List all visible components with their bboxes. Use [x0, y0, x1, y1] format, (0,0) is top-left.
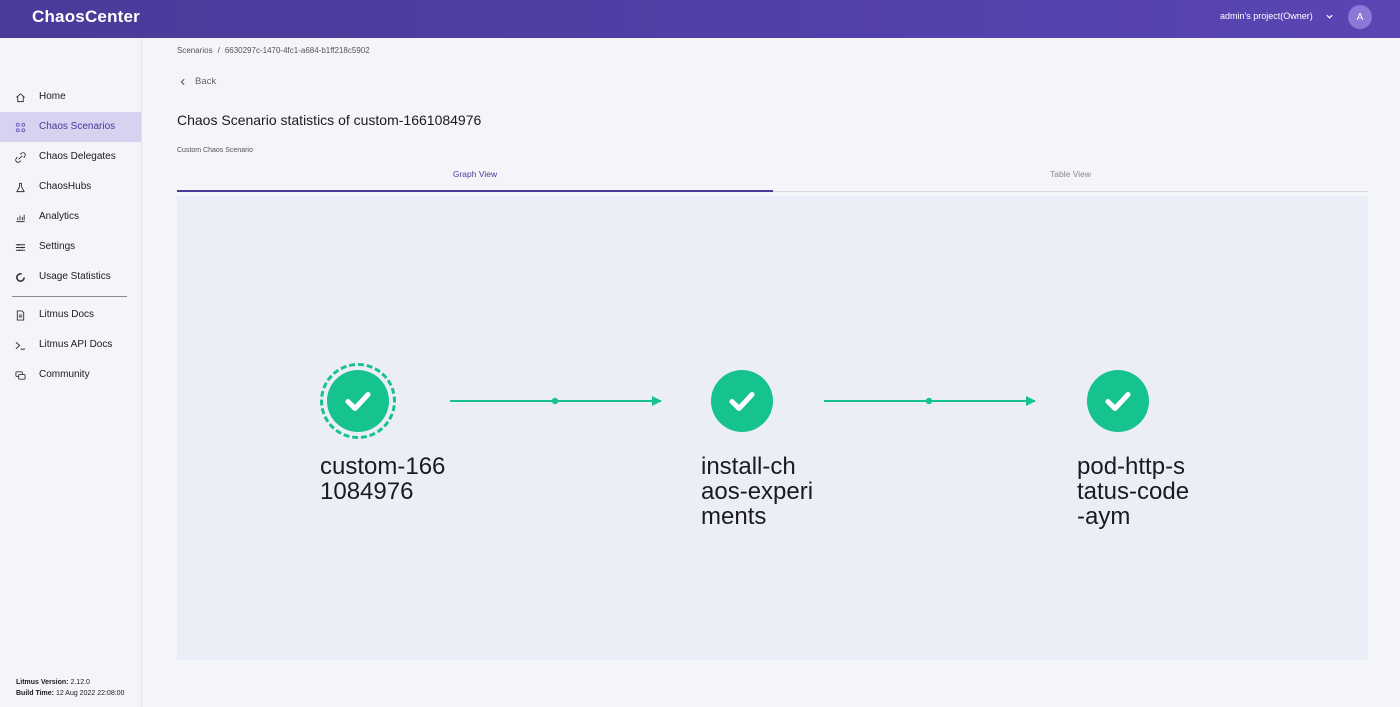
version-info: Litmus Version: 2.12.0 Build Time: 12 Au…: [16, 677, 124, 699]
sidebar-item-label: Chaos Scenarios: [39, 121, 116, 132]
sidebar-item-analytics[interactable]: Analytics: [0, 202, 141, 232]
scenarios-icon: [15, 122, 26, 133]
chevron-down-icon: [1326, 14, 1333, 19]
build-time-value: 12 Aug 2022 22:08:00: [55, 690, 125, 697]
sidebar-item-label: Analytics: [39, 211, 80, 222]
sidebar-item-litmus-docs[interactable]: Litmus Docs: [0, 300, 141, 330]
usage-icon: [15, 272, 26, 283]
flask-icon: [15, 182, 26, 193]
version-label: Litmus Version:: [16, 679, 69, 686]
chevron-left-icon: [180, 78, 185, 85]
page-subtitle: Custom Chaos Scenario: [177, 147, 253, 154]
edge-midpoint: [925, 397, 933, 405]
page-title: Chaos Scenario statistics of custom-1661…: [177, 112, 482, 128]
sidebar-item-usage-statistics[interactable]: Usage Statistics: [0, 262, 141, 292]
view-tabs: Graph View Table View: [177, 160, 1368, 192]
project-label: admin's project(Owner): [1220, 11, 1313, 21]
tab-graph-view[interactable]: Graph View: [177, 160, 773, 192]
community-icon: [15, 370, 26, 381]
sidebar-item-label: Chaos Delegates: [39, 151, 116, 162]
sidebar-item-label: Litmus API Docs: [39, 339, 113, 350]
sidebar-item-label: Settings: [39, 241, 76, 252]
sidebar-item-chaos-delegates[interactable]: Chaos Delegates: [0, 142, 141, 172]
edge-midpoint: [551, 397, 559, 405]
sidebar-item-label: Home: [39, 91, 66, 102]
build-time-label: Build Time:: [16, 690, 54, 697]
breadcrumb-current: 6630297c-1470-4fc1-a684-b1ff218c5902: [224, 46, 370, 55]
analytics-icon: [15, 212, 26, 223]
sidebar-item-community[interactable]: Community: [0, 360, 141, 390]
project-selector[interactable]: admin's project(Owner): [1220, 11, 1334, 21]
tab-table-view[interactable]: Table View: [773, 160, 1368, 192]
sidebar-item-litmus-api-docs[interactable]: Litmus API Docs: [0, 330, 141, 360]
check-icon: [345, 392, 371, 411]
breadcrumb: Scenarios / 6630297c-1470-4fc1-a684-b1ff21…: [177, 46, 370, 55]
sidebar-item-label: ChaosHubs: [39, 181, 92, 192]
sidebar-item-settings[interactable]: Settings: [0, 232, 141, 262]
home-icon: [15, 92, 26, 103]
graph-node-label: install-ch aos-experi ments: [701, 453, 814, 530]
sidebar-divider: [12, 296, 127, 297]
graph-node-label: pod-http-s tatus-code -aym: [1077, 453, 1190, 530]
node-status-circle: [711, 370, 773, 432]
back-label: Back: [195, 76, 217, 87]
app-title[interactable]: ChaosCenter: [32, 7, 140, 27]
avatar[interactable]: A: [1348, 5, 1372, 29]
version-value: 2.12.0: [70, 679, 90, 686]
top-bar: ChaosCenter admin's project(Owner) A: [0, 0, 1400, 38]
sidebar-item-home[interactable]: Home: [0, 82, 141, 112]
node-status-circle: [327, 370, 389, 432]
check-icon: [729, 392, 755, 411]
graph-node-label: custom-166 1084976: [320, 453, 446, 505]
check-icon: [1105, 392, 1131, 411]
sidebar-item-label: Usage Statistics: [39, 271, 111, 282]
sidebar-item-chaoshubs[interactable]: ChaosHubs: [0, 172, 141, 202]
breadcrumb-root[interactable]: Scenarios: [177, 46, 213, 55]
node-status-circle: [1087, 370, 1149, 432]
sidebar-item-label: Community: [39, 369, 90, 380]
document-icon: [15, 310, 26, 321]
settings-icon: [15, 242, 26, 253]
sidebar: Home Chaos Scenarios Chaos Delegates Cha…: [0, 38, 142, 707]
sidebar-item-chaos-scenarios[interactable]: Chaos Scenarios: [0, 112, 141, 142]
sidebar-item-label: Litmus Docs: [39, 309, 95, 320]
workflow-graph-canvas[interactable]: custom-166 1084976 install-ch aos-experi…: [177, 196, 1368, 660]
terminal-icon: [15, 340, 26, 351]
breadcrumb-separator: /: [217, 46, 220, 55]
back-button[interactable]: Back: [179, 76, 216, 87]
link-icon: [15, 152, 26, 163]
